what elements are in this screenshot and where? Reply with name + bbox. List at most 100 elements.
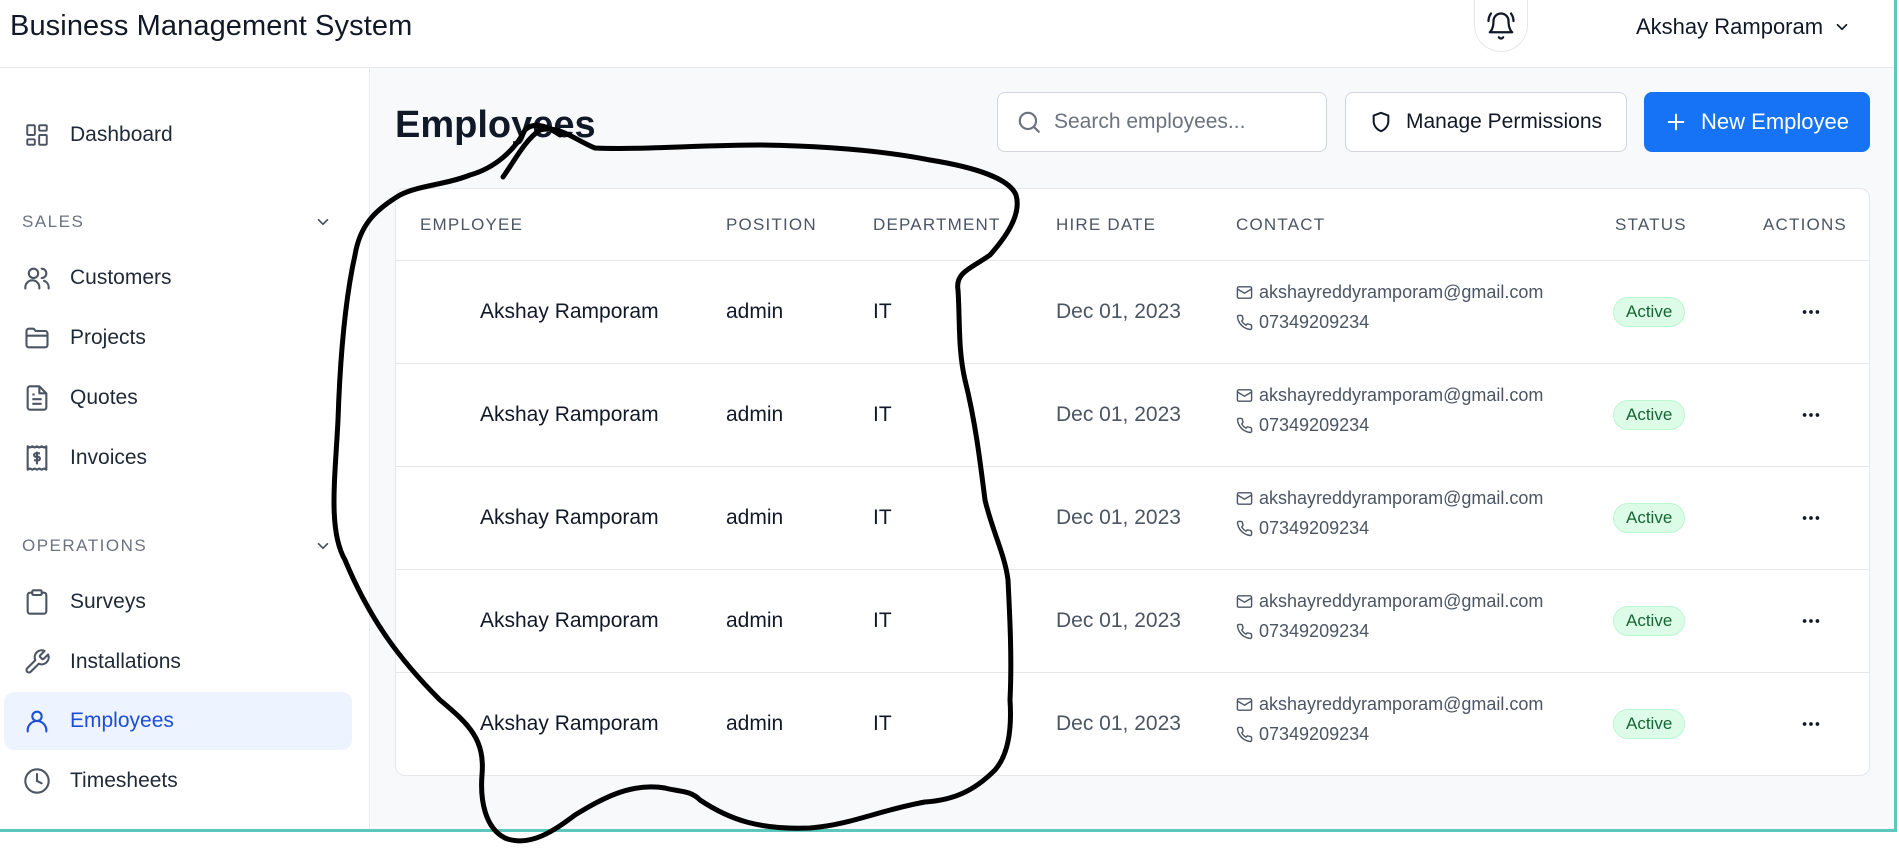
sidebar-item-installations[interactable]: Installations — [4, 633, 352, 691]
more-horizontal-icon — [1802, 722, 1820, 726]
dashboard-icon — [22, 120, 52, 150]
contact-email[interactable]: akshayreddyramporam@gmail.com — [1236, 694, 1543, 715]
table-row[interactable]: Akshay Ramporam admin IT Dec 01, 2023 ak… — [396, 673, 1869, 775]
mail-icon — [1236, 698, 1253, 711]
employee-department: IT — [873, 712, 892, 735]
table-row[interactable]: Akshay Ramporam admin IT Dec 01, 2023 ak… — [396, 467, 1869, 570]
column-header-position: POSITION — [726, 215, 817, 234]
contact-phone[interactable]: 07349209234 — [1236, 621, 1369, 642]
row-actions-button[interactable] — [1794, 501, 1828, 535]
row-actions-button[interactable] — [1794, 295, 1828, 329]
sidebar-item-surveys[interactable]: Surveys — [4, 573, 352, 631]
more-horizontal-icon — [1802, 310, 1820, 314]
sidebar-section-sales[interactable]: SALES — [22, 212, 332, 232]
employees-table: EMPLOYEE POSITION DEPARTMENT HIRE DATE C… — [395, 188, 1870, 776]
employee-name[interactable]: Akshay Ramporam — [480, 712, 659, 736]
employee-name[interactable]: Akshay Ramporam — [480, 506, 659, 530]
employee-name[interactable]: Akshay Ramporam — [480, 300, 659, 324]
sidebar-item-customers[interactable]: Customers — [4, 249, 352, 307]
employee-name[interactable]: Akshay Ramporam — [480, 609, 659, 633]
employee-name[interactable]: Akshay Ramporam — [480, 403, 659, 427]
table-row[interactable]: Akshay Ramporam admin IT Dec 01, 2023 ak… — [396, 364, 1869, 467]
contact-phone[interactable]: 07349209234 — [1236, 724, 1369, 745]
phone-icon — [1236, 520, 1253, 537]
employee-department: IT — [873, 300, 892, 323]
mail-icon — [1236, 595, 1253, 608]
table-row[interactable]: Akshay Ramporam admin IT Dec 01, 2023 ak… — [396, 570, 1869, 673]
main-content: Employees Manage Permissions New Employe… — [371, 68, 1894, 829]
app-title: Business Management System — [10, 10, 413, 42]
sidebar-item-timesheets[interactable]: Timesheets — [4, 752, 352, 810]
table-row[interactable]: Akshay Ramporam admin IT Dec 01, 2023 ak… — [396, 261, 1869, 364]
more-horizontal-icon — [1802, 413, 1820, 417]
status-badge: Active — [1613, 606, 1686, 636]
row-actions-button[interactable] — [1794, 707, 1828, 741]
sidebar-item-label: Invoices — [70, 446, 148, 469]
employee-position: admin — [726, 712, 784, 735]
employee-hire-date: Dec 01, 2023 — [1056, 609, 1181, 632]
clipboard-icon — [22, 587, 52, 617]
phone-text: 07349209234 — [1259, 415, 1370, 435]
mail-icon — [1236, 492, 1253, 505]
status-badge: Active — [1613, 297, 1686, 327]
search-box[interactable] — [997, 92, 1327, 152]
contact-email[interactable]: akshayreddyramporam@gmail.com — [1236, 385, 1543, 406]
employee-position: admin — [726, 609, 784, 632]
phone-text: 07349209234 — [1259, 518, 1370, 538]
new-employee-button[interactable]: New Employee — [1644, 92, 1870, 152]
notifications-button[interactable] — [1474, 0, 1528, 52]
row-actions-button[interactable] — [1794, 398, 1828, 432]
clock-icon — [22, 766, 52, 796]
contact-phone[interactable]: 07349209234 — [1236, 415, 1369, 436]
phone-text: 07349209234 — [1259, 312, 1370, 332]
sidebar-item-label: Timesheets — [70, 769, 178, 792]
sidebar-item-label: Quotes — [70, 386, 138, 409]
sidebar-item-quotes[interactable]: Quotes — [4, 369, 352, 427]
phone-icon — [1236, 623, 1253, 640]
row-actions-button[interactable] — [1794, 604, 1828, 638]
bell-icon — [1487, 11, 1515, 40]
button-label: Manage Permissions — [1405, 110, 1603, 133]
employee-hire-date: Dec 01, 2023 — [1056, 506, 1181, 529]
chevron-down-icon — [317, 542, 329, 550]
folder-icon — [22, 323, 52, 353]
more-horizontal-icon — [1802, 516, 1820, 520]
status-badge: Active — [1613, 503, 1686, 533]
phone-icon — [1236, 417, 1253, 434]
wrench-icon — [22, 647, 52, 677]
contact-phone[interactable]: 07349209234 — [1236, 518, 1369, 539]
receipt-icon — [22, 443, 52, 473]
employee-department: IT — [873, 403, 892, 426]
column-header-contact: CONTACT — [1236, 215, 1326, 234]
sidebar-item-employees[interactable]: Employees — [4, 692, 352, 750]
mail-icon — [1236, 286, 1253, 299]
contact-email[interactable]: akshayreddyramporam@gmail.com — [1236, 488, 1543, 509]
employee-position: admin — [726, 300, 784, 323]
plus-icon — [1667, 113, 1685, 131]
sidebar-section-operations[interactable]: OPERATIONS — [22, 536, 332, 556]
status-badge: Active — [1613, 400, 1686, 430]
more-horizontal-icon — [1802, 619, 1820, 623]
phone-text: 07349209234 — [1259, 621, 1370, 641]
column-header-hire-date: HIRE DATE — [1056, 215, 1157, 234]
sidebar-item-label: Projects — [70, 326, 146, 349]
sidebar-item-dashboard[interactable]: Dashboard — [4, 106, 352, 164]
employee-hire-date: Dec 01, 2023 — [1056, 300, 1181, 323]
sidebar-item-projects[interactable]: Projects — [4, 309, 352, 367]
mail-icon — [1236, 389, 1253, 402]
sidebar-item-invoices[interactable]: Invoices — [4, 429, 352, 487]
contact-email[interactable]: akshayreddyramporam@gmail.com — [1236, 282, 1543, 303]
search-input[interactable] — [1054, 110, 1294, 134]
employee-hire-date: Dec 01, 2023 — [1056, 403, 1181, 426]
manage-permissions-button[interactable]: Manage Permissions — [1345, 92, 1627, 152]
sidebar-item-label: Customers — [70, 266, 172, 289]
contact-phone[interactable]: 07349209234 — [1236, 312, 1369, 333]
contact-email[interactable]: akshayreddyramporam@gmail.com — [1236, 591, 1543, 612]
column-header-employee: EMPLOYEE — [420, 215, 524, 234]
sidebar-item-label: Employees — [70, 709, 174, 732]
column-header-department: DEPARTMENT — [873, 215, 1001, 234]
employee-hire-date: Dec 01, 2023 — [1056, 712, 1181, 735]
email-text: akshayreddyramporam@gmail.com — [1259, 694, 1544, 714]
button-label: New Employee — [1701, 109, 1849, 134]
user-menu[interactable]: Akshay Ramporam — [1636, 12, 1851, 42]
